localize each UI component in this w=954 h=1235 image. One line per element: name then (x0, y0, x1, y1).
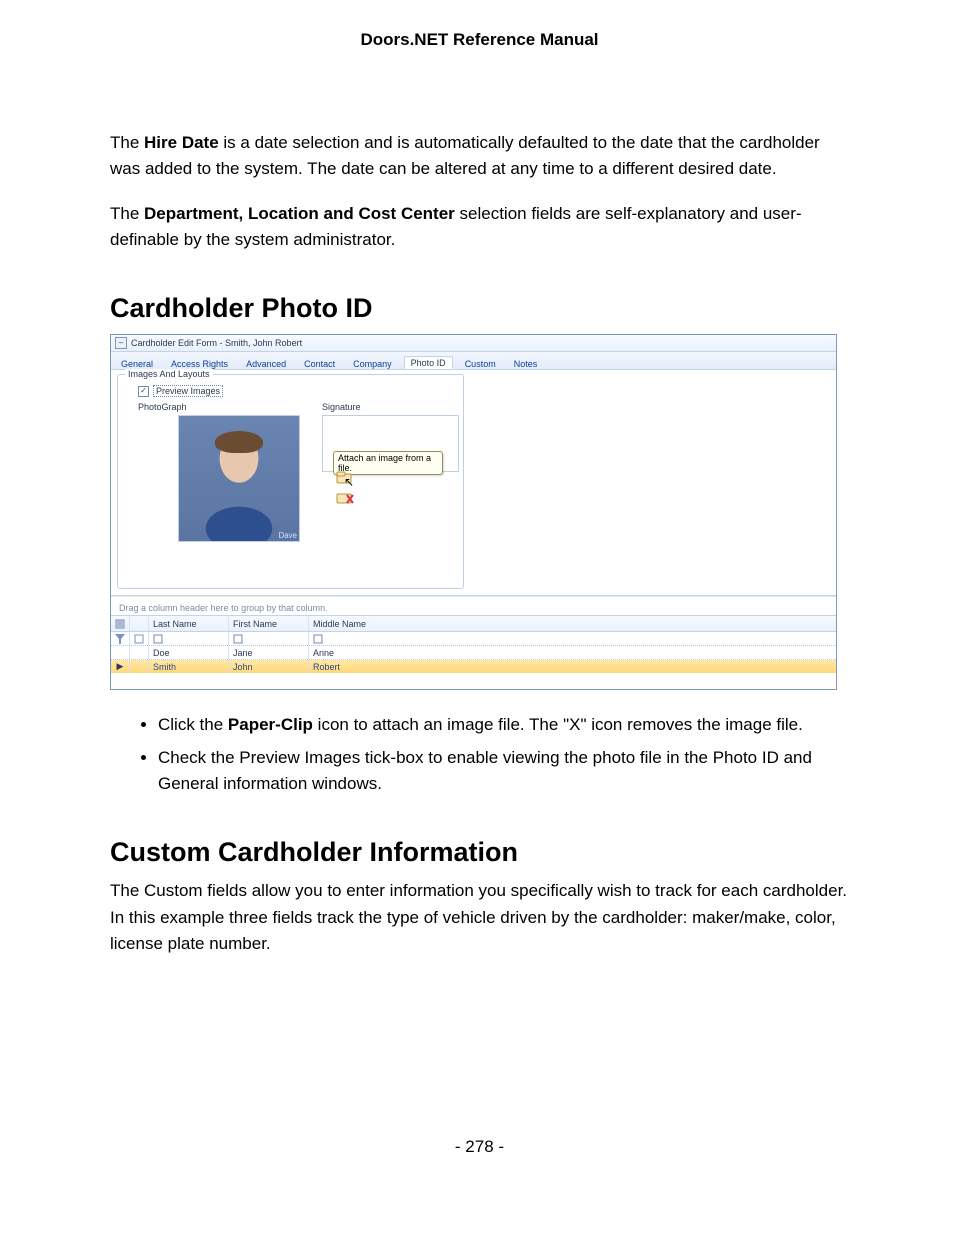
tab-photo-id[interactable]: Photo ID (404, 356, 453, 369)
cell-first-name: Jane (229, 646, 309, 659)
filter-cell[interactable] (130, 632, 149, 645)
tab-custom[interactable]: Custom (459, 358, 502, 369)
attach-image-icon[interactable] (336, 471, 354, 485)
tab-notes[interactable]: Notes (508, 358, 544, 369)
filter-cell-first-name[interactable] (229, 632, 309, 645)
tab-access-rights[interactable]: Access Rights (165, 358, 234, 369)
column-header-first-name[interactable]: First Name (229, 616, 309, 631)
screenshot-cardholder-form: – Cardholder Edit Form - Smith, John Rob… (110, 334, 837, 690)
page-header: Doors.NET Reference Manual (110, 30, 849, 50)
bold-hire-date: Hire Date (144, 133, 219, 152)
row-indicator-icon: ▶ (111, 660, 130, 673)
column-header-last-name[interactable]: Last Name (149, 616, 229, 631)
table-row[interactable]: Doe Jane Anne (111, 646, 836, 660)
text: The (110, 204, 144, 223)
cell-last-name: Smith (149, 660, 229, 673)
window-titlebar: – Cardholder Edit Form - Smith, John Rob… (111, 335, 836, 352)
cell-middle-name: Anne (309, 646, 836, 659)
page-number: - 278 - (110, 1137, 849, 1157)
grid-selector-button[interactable] (130, 616, 149, 631)
groupbox-images-layouts: Images And Layouts ✓ Preview Images Phot… (117, 374, 464, 589)
grid-group-hint[interactable]: Drag a column header here to group by th… (111, 596, 836, 615)
label-signature: Signature (322, 402, 361, 412)
text: Click the (158, 715, 228, 734)
photograph-image: Dave (179, 416, 299, 541)
groupbox-legend: Images And Layouts (125, 369, 213, 379)
tab-company[interactable]: Company (347, 358, 398, 369)
filter-cell-middle-name[interactable] (309, 632, 836, 645)
cell-last-name: Doe (149, 646, 229, 659)
tab-general[interactable]: General (115, 358, 159, 369)
list-item: Click the Paper-Clip icon to attach an i… (158, 712, 849, 738)
checkbox-preview-images[interactable]: ✓ (138, 386, 149, 397)
tab-contact[interactable]: Contact (298, 358, 341, 369)
photograph-preview: Dave (178, 415, 300, 542)
paragraph-dept-loc-cc: The Department, Location and Cost Center… (110, 201, 849, 254)
tab-bar: General Access Rights Advanced Contact C… (111, 352, 836, 370)
bold-paper-clip: Paper-Clip (228, 715, 313, 734)
cell-middle-name: Robert (309, 660, 836, 673)
window-title: Cardholder Edit Form - Smith, John Rober… (131, 338, 302, 348)
instruction-list: Click the Paper-Clip icon to attach an i… (110, 712, 849, 797)
tab-advanced[interactable]: Advanced (240, 358, 292, 369)
column-header-middle-name[interactable]: Middle Name (309, 616, 836, 631)
paragraph-custom-fields: The Custom fields allow you to enter inf… (110, 878, 849, 957)
grid-filter-row (111, 632, 836, 646)
text: The (110, 133, 144, 152)
paragraph-hire-date: The Hire Date is a date selection and is… (110, 130, 849, 183)
grid-selector-button[interactable] (111, 616, 130, 631)
heading-photo-id: Cardholder Photo ID (110, 293, 849, 324)
checkbox-label: Preview Images (153, 385, 223, 397)
remove-image-icon[interactable] (336, 491, 354, 505)
heading-custom-info: Custom Cardholder Information (110, 837, 849, 868)
list-item: Check the Preview Images tick-box to ena… (158, 745, 849, 798)
text: icon to attach an image file. The "X" ic… (313, 715, 803, 734)
bold-dept-loc-cc: Department, Location and Cost Center (144, 204, 455, 223)
cardholders-grid: Drag a column header here to group by th… (111, 596, 836, 689)
label-photograph: PhotoGraph (138, 402, 187, 412)
cell-first-name: John (229, 660, 309, 673)
photograph-caption: Dave (278, 531, 297, 540)
filter-cell-last-name[interactable] (149, 632, 229, 645)
table-row-selected[interactable]: ▶ Smith John Robert (111, 660, 836, 673)
grid-header-row: Last Name First Name Middle Name (111, 615, 836, 632)
window-control-icon[interactable]: – (115, 337, 127, 349)
filter-icon[interactable] (111, 632, 130, 645)
